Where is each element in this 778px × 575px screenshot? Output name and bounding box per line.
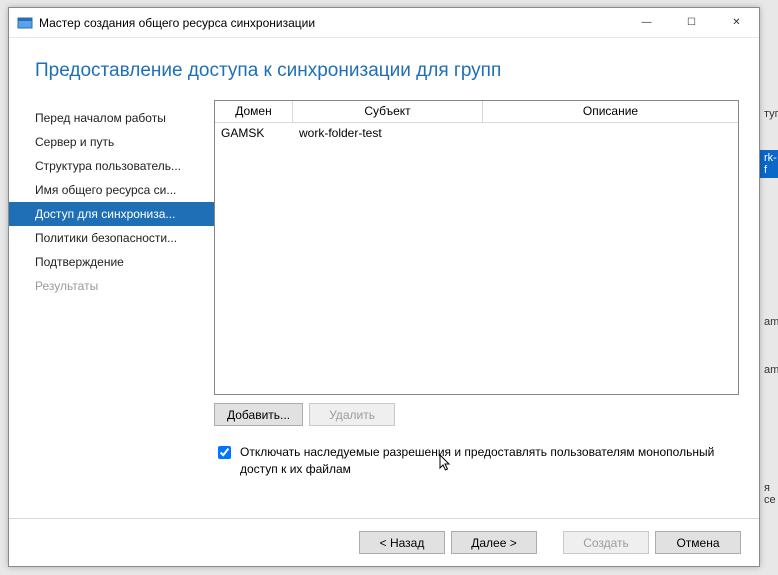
window-title: Мастер создания общего ресурса синхрониз… bbox=[39, 16, 624, 30]
exclusive-access-checkbox[interactable] bbox=[218, 446, 231, 459]
backdrop-fragment: я се bbox=[760, 480, 778, 508]
wizard-footer: < Назад Далее > Создать Отмена bbox=[9, 518, 759, 566]
step-share-name[interactable]: Имя общего ресурса си... bbox=[9, 178, 214, 202]
exclusive-access-label[interactable]: Отключать наследуемые разрешения и предо… bbox=[240, 444, 739, 478]
table-row[interactable]: GAMSK work-folder-test bbox=[215, 123, 738, 143]
backdrop-fragment: am bbox=[760, 362, 778, 378]
cancel-button[interactable]: Отмена bbox=[655, 531, 741, 554]
backdrop-fragment: am bbox=[760, 314, 778, 330]
next-button[interactable]: Далее > bbox=[451, 531, 537, 554]
step-before-you-begin[interactable]: Перед началом работы bbox=[9, 106, 214, 130]
back-button[interactable]: < Назад bbox=[359, 531, 445, 554]
column-domain[interactable]: Домен bbox=[215, 101, 293, 123]
add-button[interactable]: Добавить... bbox=[214, 403, 303, 426]
table-buttons: Добавить... Удалить bbox=[214, 403, 739, 426]
step-server-and-path[interactable]: Сервер и путь bbox=[9, 130, 214, 154]
remove-button: Удалить bbox=[309, 403, 395, 426]
step-sync-access[interactable]: Доступ для синхрониза... bbox=[9, 202, 214, 226]
step-user-structure[interactable]: Структура пользователь... bbox=[9, 154, 214, 178]
create-button: Создать bbox=[563, 531, 649, 554]
column-subject[interactable]: Субъект bbox=[293, 101, 483, 123]
minimize-button[interactable]: — bbox=[624, 8, 669, 37]
exclusive-access-option: Отключать наследуемые разрешения и предо… bbox=[214, 444, 739, 478]
step-confirmation[interactable]: Подтверждение bbox=[9, 250, 214, 274]
backdrop-fragment: rk-f bbox=[760, 150, 778, 178]
app-icon bbox=[17, 15, 33, 31]
step-results: Результаты bbox=[9, 274, 214, 298]
titlebar: Мастер создания общего ресурса синхрониз… bbox=[9, 8, 759, 38]
groups-table[interactable]: Домен Субъект Описание GAMSK work-folder… bbox=[214, 100, 739, 395]
content-pane: Домен Субъект Описание GAMSK work-folder… bbox=[214, 100, 739, 518]
wizard-window: Мастер создания общего ресурса синхрониз… bbox=[8, 7, 760, 567]
maximize-button[interactable]: ☐ bbox=[669, 8, 714, 37]
cell-subject: work-folder-test bbox=[293, 126, 483, 140]
column-description[interactable]: Описание bbox=[483, 101, 738, 123]
backdrop-fragment: туп bbox=[760, 106, 778, 122]
page-title: Предоставление доступа к синхронизации д… bbox=[9, 38, 759, 100]
cell-domain: GAMSK bbox=[215, 126, 293, 140]
table-header: Домен Субъект Описание bbox=[215, 101, 738, 123]
close-button[interactable]: ✕ bbox=[714, 8, 759, 37]
wizard-steps: Перед началом работы Сервер и путь Струк… bbox=[9, 100, 214, 518]
step-security-policies[interactable]: Политики безопасности... bbox=[9, 226, 214, 250]
